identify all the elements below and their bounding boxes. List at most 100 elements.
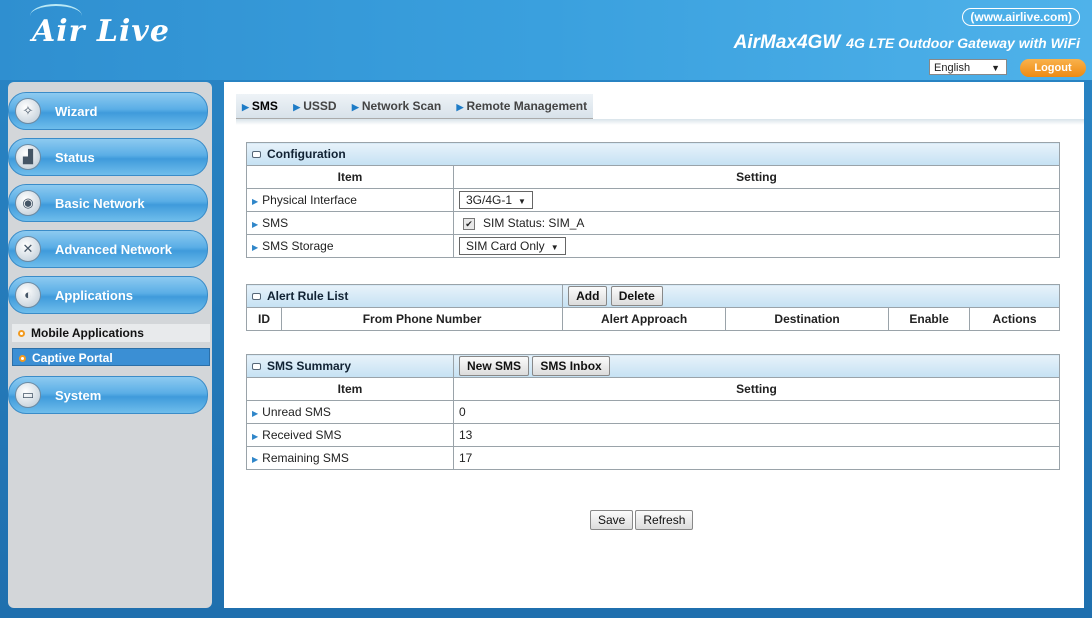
main-content: ▶ SMS ▶ USSD ▶ Network Scan ▶ Remote Managem… xyxy=(224,82,1084,608)
label-text: SMS xyxy=(262,216,289,230)
arrow-right-icon: ▶ xyxy=(293,102,301,112)
tab-label: Remote Management xyxy=(466,99,588,113)
sidebar-item-status[interactable]: ▟ Status xyxy=(8,138,208,176)
sidebar-item-label: Basic Network xyxy=(55,196,145,211)
column-header: Destination xyxy=(725,307,890,331)
tab-sms[interactable]: ▶ SMS xyxy=(236,94,284,118)
section-title: Alert Rule List xyxy=(267,289,349,303)
header-banner: Air Live (www.airlive.com) AirMax4GW 4G L… xyxy=(0,0,1092,80)
collapse-icon xyxy=(252,363,261,371)
sidebar-item-label: Status xyxy=(55,150,95,165)
language-select[interactable]: English ▼ xyxy=(929,59,1007,75)
arrow-right-icon: ▶ xyxy=(252,220,259,229)
sidebar-item-label: Advanced Network xyxy=(55,242,173,257)
label-text: SMS Storage xyxy=(262,239,334,253)
label-text: Unread SMS xyxy=(262,405,331,419)
sidebar-item-wizard[interactable]: ✧ Wizard xyxy=(8,92,208,130)
sidebar-subitem-captive-portal[interactable]: Captive Portal xyxy=(12,348,210,366)
physical-interface-select[interactable]: 3G/4G-1 ▼ xyxy=(459,191,533,209)
tab-label: Network Scan xyxy=(361,99,442,113)
new-sms-button[interactable]: New SMS xyxy=(459,356,530,376)
app-frame: Air Live (www.airlive.com) AirMax4GW 4G L… xyxy=(0,0,1092,618)
add-rule-button[interactable]: Add xyxy=(568,286,608,306)
sms-summary-table: SMS Summary New SMS SMS Inbox Item Setti… xyxy=(246,354,1060,470)
form-actions: Save Refresh xyxy=(590,510,694,530)
row-label: ▶ Remaining SMS xyxy=(246,446,454,470)
arrow-right-icon: ▶ xyxy=(351,102,359,112)
table-row: ▶ Remaining SMS 17 xyxy=(246,446,1060,470)
column-header: Setting xyxy=(453,377,1060,401)
section-header-actions: New SMS SMS Inbox xyxy=(453,354,1060,378)
collapse-icon xyxy=(252,293,261,301)
select-value: SIM Card Only xyxy=(466,239,545,253)
column-header: Actions xyxy=(969,307,1060,331)
wand-icon: ✧ xyxy=(15,98,41,124)
row-label: ▶ SMS xyxy=(246,211,454,235)
tab-network-scan[interactable]: ▶ Network Scan xyxy=(346,94,447,118)
row-value: SIM Card Only ▼ xyxy=(453,234,1060,258)
sidebar-item-basic-network[interactable]: ◉ Basic Network xyxy=(8,184,208,222)
select-value: 3G/4G-1 xyxy=(466,193,513,207)
arrow-right-icon: ▶ xyxy=(252,409,259,418)
product-title: AirMax4GW 4G LTE Outdoor Gateway with WiF… xyxy=(734,32,1080,54)
column-header: ID xyxy=(246,307,282,331)
table-row: ▶ Unread SMS 0 xyxy=(246,400,1060,424)
label-text: Remaining SMS xyxy=(262,451,349,465)
label-text: Physical Interface xyxy=(262,193,357,207)
section-header-actions: Add Delete xyxy=(562,284,1060,308)
sidebar-subitem-mobile-applications[interactable]: Mobile Applications xyxy=(12,324,210,342)
tab-label: USSD xyxy=(303,99,337,113)
row-label: ▶ Unread SMS xyxy=(246,400,454,424)
row-label: ▶ SMS Storage xyxy=(246,234,454,258)
chevron-down-icon: ▼ xyxy=(550,243,559,252)
tab-remote-management[interactable]: ▶ Remote Management xyxy=(451,94,594,118)
sidebar-item-system[interactable]: ▭ System xyxy=(8,376,208,414)
sms-inbox-button[interactable]: SMS Inbox xyxy=(532,356,610,376)
row-value: ✔ SIM Status: SIM_A xyxy=(453,211,1060,235)
sim-status-text: SIM Status: SIM_A xyxy=(483,216,585,230)
section-title: SMS Summary xyxy=(267,359,352,373)
column-header: Item xyxy=(246,377,454,401)
sidebar-item-advanced-network[interactable]: ✕ Advanced Network xyxy=(8,230,208,268)
refresh-button[interactable]: Refresh xyxy=(635,510,694,530)
label-text: Received SMS xyxy=(262,428,342,442)
sidebar-item-label: Wizard xyxy=(55,104,98,119)
tab-underline xyxy=(236,119,1084,125)
arrow-right-icon: ▶ xyxy=(456,102,464,112)
arrow-right-icon: ▶ xyxy=(252,455,259,464)
sidebar-item-label: System xyxy=(55,388,102,403)
language-value: English xyxy=(934,62,971,74)
collapse-icon xyxy=(252,151,261,159)
tab-label: SMS xyxy=(251,99,278,113)
configuration-table: Configuration Item Setting ▶ Physical Int… xyxy=(246,142,1060,258)
row-value: 0 xyxy=(453,400,1060,424)
tools-icon: ✕ xyxy=(15,236,41,262)
section-title: Configuration xyxy=(267,147,346,161)
monitor-icon: ▭ xyxy=(15,382,41,408)
globe-icon: ◉ xyxy=(15,190,41,216)
delete-rule-button[interactable]: Delete xyxy=(610,286,663,306)
sidebar-subitem-label: Captive Portal xyxy=(32,351,113,365)
sms-storage-select[interactable]: SIM Card Only ▼ xyxy=(459,237,566,255)
tab-ussd[interactable]: ▶ USSD xyxy=(287,94,342,118)
section-header: Configuration xyxy=(246,142,1060,166)
chart-icon: ▟ xyxy=(15,144,41,170)
alert-rule-table: Alert Rule List Add Delete ID From Phone… xyxy=(245,284,1060,331)
column-header: Alert Approach xyxy=(562,307,727,331)
site-url: (www.airlive.com) xyxy=(962,8,1080,26)
sidebar: ✧ Wizard ▟ Status ◉ Basic Network ✕ Adva… xyxy=(8,82,212,608)
save-button[interactable]: Save xyxy=(590,510,634,530)
bullet-icon xyxy=(18,330,25,338)
row-label: ▶ Physical Interface xyxy=(246,188,454,212)
logout-button[interactable]: Logout xyxy=(1020,59,1086,77)
sidebar-item-applications[interactable]: ◐ Applications xyxy=(8,276,208,314)
column-header: Item xyxy=(246,165,454,189)
chevron-down-icon: ▼ xyxy=(991,63,1000,73)
column-header: Enable xyxy=(888,307,971,331)
row-value: 3G/4G-1 ▼ xyxy=(453,188,1060,212)
product-description: 4G LTE Outdoor Gateway with WiFi xyxy=(846,35,1080,51)
column-header: Setting xyxy=(453,165,1060,189)
arrow-right-icon: ▶ xyxy=(252,243,259,252)
sms-enable-checkbox[interactable]: ✔ xyxy=(463,217,475,230)
bullet-icon xyxy=(19,355,26,363)
